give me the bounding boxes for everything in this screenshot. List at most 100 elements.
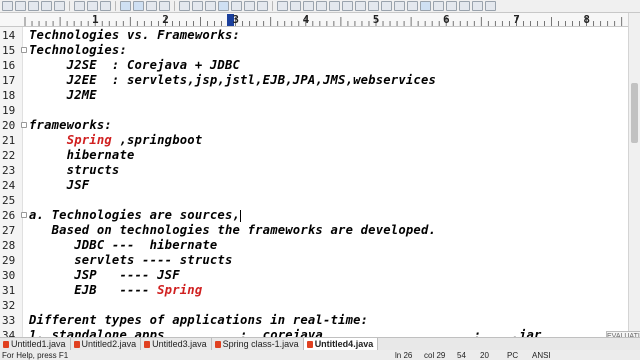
code-text: ,springboot bbox=[111, 133, 203, 147]
toolbar-button[interactable] bbox=[231, 1, 242, 11]
toolbar-button[interactable] bbox=[368, 1, 379, 11]
toolbar-button[interactable] bbox=[433, 1, 444, 11]
line-text: structs bbox=[29, 163, 120, 178]
fold-marker-icon[interactable] bbox=[21, 122, 27, 128]
code-text: JSF bbox=[29, 178, 90, 192]
file-tab[interactable]: Untitled2.java bbox=[71, 338, 142, 350]
code-line[interactable]: 16 J2SE : Corejava + JDBC bbox=[0, 58, 628, 73]
toolbar-button[interactable] bbox=[394, 1, 405, 11]
line-text: a. Technologies are sources, bbox=[29, 208, 242, 223]
toolbar-button[interactable] bbox=[446, 1, 457, 11]
code-line[interactable]: 32 bbox=[0, 298, 628, 313]
vertical-scrollbar[interactable] bbox=[628, 13, 640, 337]
toolbar-button[interactable] bbox=[277, 1, 288, 11]
code-line[interactable]: 30 JSP ---- JSF bbox=[0, 268, 628, 283]
file-tab[interactable]: Untitled4.java bbox=[303, 338, 379, 350]
toolbar-button[interactable] bbox=[87, 1, 98, 11]
toolbar-button[interactable] bbox=[179, 1, 190, 11]
ruler-number: 1 bbox=[92, 13, 99, 26]
code-line[interactable]: 20 frameworks: bbox=[0, 118, 628, 133]
file-tab[interactable]: Untitled3.java bbox=[141, 338, 212, 350]
toolbar-button[interactable] bbox=[192, 1, 203, 11]
toolbar-button[interactable] bbox=[15, 1, 26, 11]
toolbar-button[interactable] bbox=[100, 1, 111, 11]
line-number: 14 bbox=[2, 29, 16, 42]
editor-area[interactable]: 14 Technologies vs. Frameworks: 15 Technolo… bbox=[0, 27, 628, 337]
ruler-number: 8 bbox=[583, 13, 591, 26]
status-encoding: ANSI bbox=[532, 351, 551, 360]
toolbar-button[interactable] bbox=[159, 1, 170, 11]
toolbar-button[interactable] bbox=[133, 1, 144, 11]
line-number: 33 bbox=[2, 314, 16, 327]
toolbar-separator bbox=[174, 1, 175, 11]
code-text: J2EE : servlets,jsp,jstl,EJB,JPA,JMS,web… bbox=[29, 73, 437, 87]
tab-label: Untitled2.java bbox=[81, 339, 137, 349]
toolbar-button[interactable] bbox=[74, 1, 85, 11]
line-text: JDBC --- hibernate bbox=[29, 238, 217, 253]
status-col: col 29 bbox=[424, 351, 446, 360]
line-number: 16 bbox=[2, 59, 16, 72]
toolbar-button[interactable] bbox=[257, 1, 268, 11]
code-line[interactable]: 29 servlets ---- structs bbox=[0, 253, 628, 268]
toolbar-button[interactable] bbox=[316, 1, 327, 11]
toolbar-button[interactable] bbox=[407, 1, 418, 11]
java-file-icon bbox=[214, 340, 221, 348]
line-text: hibernate bbox=[29, 148, 135, 163]
code-line[interactable]: 33 Different types of applications in rea… bbox=[0, 313, 628, 328]
line-number: 23 bbox=[2, 164, 16, 177]
toolbar-button[interactable] bbox=[420, 1, 431, 11]
toolbar-button[interactable] bbox=[472, 1, 483, 11]
line-text: JSF bbox=[29, 178, 89, 193]
tab-label: Untitled4.java bbox=[314, 339, 374, 349]
code-line[interactable]: 24 JSF bbox=[0, 178, 628, 193]
file-tab[interactable]: Spring class-1.java bbox=[212, 338, 304, 350]
java-file-icon bbox=[306, 340, 313, 348]
code-text: JSP ---- JSF bbox=[29, 268, 180, 282]
line-text: servlets ---- structs bbox=[29, 253, 233, 268]
toolbar-button[interactable] bbox=[41, 1, 52, 11]
fold-marker-icon[interactable] bbox=[21, 212, 27, 218]
code-line[interactable]: 34 1. standalone apps : corejava : .jar bbox=[0, 328, 628, 337]
toolbar-button[interactable] bbox=[381, 1, 392, 11]
toolbar-button[interactable] bbox=[120, 1, 131, 11]
toolbar-button[interactable] bbox=[54, 1, 65, 11]
code-line[interactable]: 27 Based on technologies the frameworks … bbox=[0, 223, 628, 238]
status-line: ln 26 bbox=[395, 351, 413, 360]
toolbar-button[interactable] bbox=[459, 1, 470, 11]
toolbar-button[interactable] bbox=[485, 1, 496, 11]
code-line[interactable]: 23 structs bbox=[0, 163, 628, 178]
toolbar-button[interactable] bbox=[329, 1, 340, 11]
code-line[interactable]: 15 Technologies: bbox=[0, 43, 628, 58]
line-text: Spring ,springboot bbox=[29, 133, 202, 148]
toolbar-button[interactable] bbox=[244, 1, 255, 11]
code-text: a. Technologies are sources, bbox=[29, 208, 241, 222]
toolbar-button[interactable] bbox=[205, 1, 216, 11]
code-line[interactable]: 14 Technologies vs. Frameworks: bbox=[0, 28, 628, 43]
code-line[interactable]: 17 J2EE : servlets,jsp,jstl,EJB,JPA,JMS,… bbox=[0, 73, 628, 88]
java-file-icon bbox=[3, 340, 9, 348]
code-line[interactable]: 26 a. Technologies are sources, bbox=[0, 208, 628, 223]
code-line[interactable]: 18 J2ME bbox=[0, 88, 628, 103]
toolbar-button[interactable] bbox=[342, 1, 353, 11]
line-number: 29 bbox=[2, 254, 16, 267]
toolbar-button[interactable] bbox=[303, 1, 314, 11]
line-number: 31 bbox=[2, 284, 16, 297]
toolbar-button[interactable] bbox=[2, 1, 13, 11]
fold-marker-icon[interactable] bbox=[21, 47, 27, 53]
line-text: 1. standalone apps : corejava : .jar bbox=[29, 328, 542, 337]
toolbar-button[interactable] bbox=[290, 1, 301, 11]
toolbar-button[interactable] bbox=[146, 1, 157, 11]
code-line[interactable]: 22 hibernate bbox=[0, 148, 628, 163]
code-line[interactable]: 25 bbox=[0, 193, 628, 208]
code-text: servlets ---- structs bbox=[29, 253, 233, 267]
code-line[interactable]: 28 JDBC --- hibernate bbox=[0, 238, 628, 253]
toolbar-button[interactable] bbox=[28, 1, 39, 11]
code-text: J2ME bbox=[29, 88, 97, 102]
code-line[interactable]: 31 EJB ---- Spring bbox=[0, 283, 628, 298]
file-tab[interactable]: Untitled1.java bbox=[0, 338, 71, 350]
toolbar-button[interactable] bbox=[355, 1, 366, 11]
code-line[interactable]: 19 bbox=[0, 103, 628, 118]
scrollbar-thumb[interactable] bbox=[631, 83, 638, 143]
toolbar-button[interactable] bbox=[218, 1, 229, 11]
code-line[interactable]: 21 Spring ,springboot bbox=[0, 133, 628, 148]
